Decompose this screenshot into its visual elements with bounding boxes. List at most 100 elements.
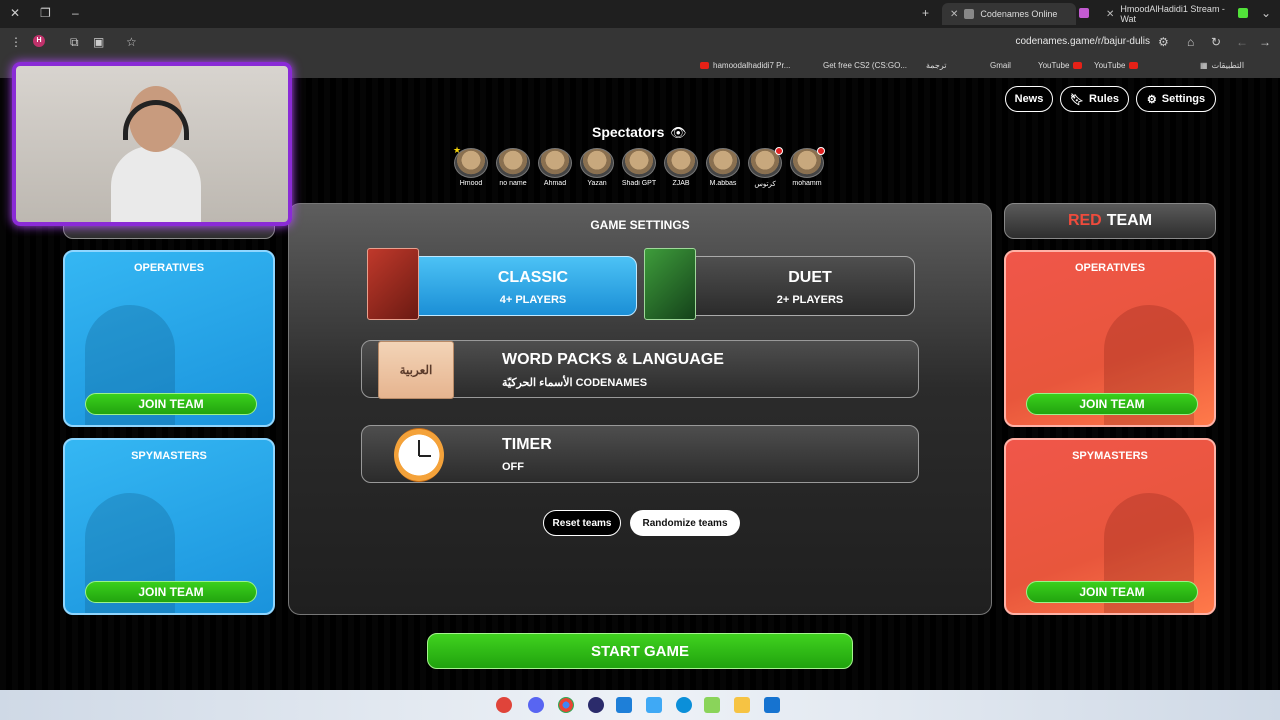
windows-start-icon[interactable] [764, 697, 780, 713]
operatives-title: OPERATIVES [133, 262, 205, 274]
spectator-avatar[interactable]: ★ Hmood [452, 145, 490, 188]
reload-icon[interactable]: ↻ [1211, 35, 1221, 49]
back-icon[interactable]: → [1259, 35, 1271, 49]
minimize-icon[interactable]: – [72, 6, 79, 20]
bookmark-item[interactable]: ▦ التطبيقات [1200, 61, 1244, 70]
url-field[interactable]: codenames.game/r/bajur-dulis [1015, 36, 1150, 47]
settings-label: Settings [1161, 93, 1206, 105]
eye-icon[interactable]: 👁︎ [670, 125, 687, 141]
bookmark-icon: 🔖︎ [1070, 93, 1084, 106]
bookmark-item[interactable]: Get free CS2 (CS:GO... [823, 61, 907, 70]
site-settings-icon[interactable]: ⚙ [1158, 35, 1169, 49]
classic-title: CLASSIC [497, 269, 569, 286]
randomize-teams-button[interactable]: Randomize teams [630, 510, 740, 536]
spectator-avatar[interactable]: ZJAB [662, 148, 700, 188]
spymasters-title: SPYMASTERS [131, 450, 207, 462]
bookmark-item[interactable]: Gmail [990, 61, 1011, 70]
language-tile: العربية [378, 341, 454, 399]
close-window-icon[interactable]: ✕ [10, 6, 20, 20]
app-icon[interactable] [704, 697, 720, 713]
forward-icon[interactable]: ← [1236, 35, 1248, 49]
app-icon[interactable] [646, 697, 662, 713]
operatives-title: OPERATIVES [1074, 262, 1146, 274]
team-label: TEAM [1106, 212, 1153, 229]
game-settings-title: GAME SETTINGS [590, 218, 690, 232]
mode-duet-button[interactable]: DUET 2+ PLAYERS [665, 256, 915, 316]
youtube-icon [700, 62, 709, 69]
bookmark-label: hamoodalhadidi7 Pr... [713, 61, 791, 70]
new-tab-icon[interactable]: + [922, 6, 929, 20]
avatar-image [580, 148, 614, 178]
restore-icon[interactable]: ❐ [40, 6, 51, 20]
spectator-name: Yazan [587, 180, 607, 187]
spectator-name: mohamm [792, 180, 822, 187]
app-icon[interactable] [588, 697, 604, 713]
tab-title: Codenames Online [980, 9, 1058, 19]
start-game-button[interactable]: START GAME [427, 633, 853, 669]
tab-close-icon[interactable]: ✕ [950, 9, 958, 20]
rules-label: Rules [1089, 93, 1119, 105]
bookmark-item[interactable]: hamoodalhadidi7 Pr... [700, 61, 790, 70]
bookmark-star-icon[interactable]: ☆ [126, 35, 137, 49]
gear-icon: ⚙ [1146, 93, 1157, 106]
avatar-image [496, 148, 530, 178]
bookmark-item[interactable]: ترجمة [926, 61, 947, 70]
blue-spymasters-card: SPYMASTERS JOIN TEAM [63, 438, 275, 615]
blue-operatives-join-button[interactable]: JOIN TEAM [85, 393, 257, 415]
tab-codenames[interactable]: ✕ Codenames Online [942, 3, 1076, 25]
reset-teams-button[interactable]: Reset teams [543, 510, 621, 536]
tab-stream[interactable]: ✕ HmoodAlHadidi1 Stream - Wat [1098, 3, 1238, 25]
app-icon[interactable] [616, 697, 632, 713]
spectator-name: Hmood [459, 180, 483, 187]
spectator-avatar[interactable]: Ahmad [536, 148, 574, 188]
app-icon[interactable] [496, 697, 512, 713]
screenshot-icon[interactable]: ▣ [93, 35, 104, 49]
spectator-avatar[interactable]: M.abbas [704, 148, 742, 188]
spectator-avatar[interactable]: كرتوس [746, 147, 784, 188]
bookmark-label: YouTube [1094, 61, 1126, 70]
avatar-image [706, 148, 740, 178]
home-icon[interactable]: ⌂ [1187, 35, 1194, 49]
red-spymasters-join-button[interactable]: JOIN TEAM [1026, 581, 1198, 603]
classic-box-art [367, 248, 419, 320]
timer-title: TIMER [502, 436, 552, 453]
file-explorer-icon[interactable] [734, 697, 750, 713]
news-label: News [1014, 93, 1044, 105]
spectator-avatar[interactable]: no name [494, 148, 532, 188]
spectator-avatar[interactable]: mohamm [788, 147, 826, 188]
tab-favicon-icon [964, 9, 975, 19]
avatar-image [538, 148, 572, 178]
red-team-header: RED TEAM [1004, 203, 1216, 239]
bookmark-item[interactable]: YouTube [1094, 61, 1139, 70]
spectator-name: كرتوس [754, 181, 776, 188]
bookmark-label: Get free CS2 (CS:GO... [823, 61, 908, 70]
kick-favicon-icon [1238, 8, 1248, 18]
spectator-name: ZJAB [672, 180, 690, 187]
edge-icon[interactable] [676, 697, 692, 713]
red-operatives-join-button[interactable]: JOIN TEAM [1026, 393, 1198, 415]
tab-search-icon[interactable]: ⌄ [1261, 6, 1271, 20]
extension-icon[interactable]: ⧉ [70, 35, 79, 50]
spectator-avatar[interactable]: Yazan [578, 148, 616, 188]
timer-option[interactable]: TIMER OFF [361, 425, 919, 483]
discord-icon[interactable] [528, 697, 544, 713]
host-star-icon: ★ [453, 145, 462, 155]
blue-spymasters-join-button[interactable]: JOIN TEAM [85, 581, 257, 603]
bookmark-label: ترجمة [926, 61, 947, 70]
news-button[interactable]: News [1005, 86, 1053, 112]
rules-button[interactable]: 🔖︎ Rules [1060, 86, 1129, 112]
youtube-icon [1073, 62, 1083, 69]
tab-close-icon[interactable]: ✕ [1106, 9, 1114, 20]
menu-icon[interactable]: ⋮ [10, 35, 22, 49]
blue-operatives-card: OPERATIVES JOIN TEAM [63, 250, 275, 427]
spectator-avatar[interactable]: Shadi GPT [620, 148, 658, 188]
youtube-icon [1129, 62, 1139, 69]
bookmark-item[interactable]: YouTube [1038, 61, 1083, 70]
stopwatch-icon [394, 428, 444, 482]
webcam-overlay [12, 62, 292, 226]
settings-button[interactable]: ⚙ Settings [1136, 86, 1216, 112]
profile-avatar[interactable]: H [33, 35, 45, 47]
chrome-icon[interactable] [558, 697, 574, 713]
word-packs-option[interactable]: العربية WORD PACKS & LANGUAGE الأسماء ال… [361, 340, 919, 399]
mode-classic-button[interactable]: CLASSIC 4+ PLAYERS [389, 256, 637, 316]
